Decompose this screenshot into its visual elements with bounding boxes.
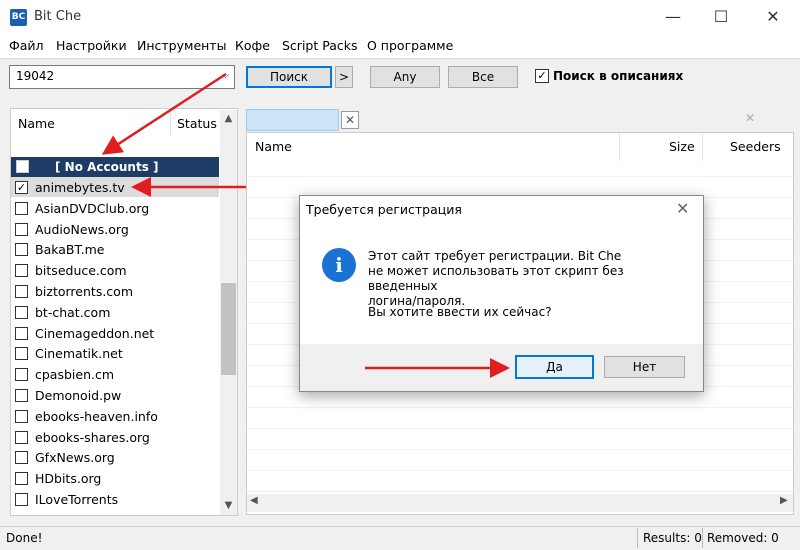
close-window-icon[interactable]: ✕	[750, 0, 796, 34]
app-logo-icon: BC	[10, 9, 27, 26]
dialog-question: Вы хотите ввести их сейчас?	[368, 305, 552, 319]
dialog-title: Требуется регистрация	[306, 202, 462, 217]
grid-line	[247, 449, 793, 450]
account-checkbox[interactable]	[15, 430, 28, 444]
scroll-up-icon[interactable]: ▲	[221, 113, 236, 124]
account-checkbox[interactable]	[15, 389, 28, 402]
search-button[interactable]: Поиск	[246, 66, 332, 88]
close-panel-icon[interactable]: ✕	[745, 111, 755, 125]
account-checkbox[interactable]	[15, 347, 28, 361]
account-item[interactable]: Demonoid.pw	[35, 388, 121, 403]
account-checkbox[interactable]	[15, 285, 28, 298]
dialog-message-line: Этот сайт требует регистрации. Bit Che	[368, 249, 622, 263]
scroll-left-icon[interactable]: ◀	[250, 495, 258, 506]
account-item[interactable]: AsianDVDClub.org	[35, 201, 149, 216]
no-button[interactable]: Нет	[604, 356, 685, 378]
grid-line	[247, 491, 793, 492]
column-divider	[170, 110, 171, 136]
scroll-thumb[interactable]	[221, 283, 236, 375]
scroll-right-icon[interactable]: ▶	[780, 495, 788, 506]
account-item[interactable]: bitseduce.com	[35, 263, 127, 278]
account-item[interactable]: bt-chat.com	[35, 305, 110, 320]
account-checkbox[interactable]	[15, 472, 28, 486]
account-item[interactable]: BakaBT.me	[35, 242, 104, 257]
account-item[interactable]: GfxNews.org	[35, 450, 115, 465]
menu-file[interactable]: Файл	[9, 38, 44, 53]
grid-line	[247, 407, 793, 408]
account-item[interactable]: cpasbien.cm	[35, 367, 114, 382]
dialog-message: Этот сайт требует регистрации. Bit Che н…	[368, 249, 688, 309]
account-checkbox[interactable]	[15, 409, 28, 423]
account-item[interactable]: biztorrents.com	[35, 284, 133, 299]
search-descriptions-checkbox[interactable]: ✓	[535, 69, 549, 83]
maximize-icon[interactable]: ☐	[698, 0, 744, 34]
status-text: Done!	[6, 531, 43, 545]
account-item[interactable]: HDbits.org	[35, 471, 101, 486]
removed-count: Removed: 0	[707, 531, 779, 545]
column-header-name[interactable]: Name	[255, 139, 292, 154]
results-count: Results: 0	[643, 531, 702, 545]
account-checkbox[interactable]	[15, 243, 28, 257]
menu-coffee[interactable]: Кофе	[235, 38, 270, 53]
account-item[interactable]: Cinematik.net	[35, 346, 123, 361]
account-item[interactable]: AudioNews.org	[35, 222, 129, 237]
account-checkbox[interactable]	[15, 201, 28, 215]
account-checkbox[interactable]	[15, 264, 28, 278]
account-checkbox[interactable]: ✓	[15, 181, 28, 194]
account-checkbox[interactable]	[15, 305, 28, 319]
grid-line	[247, 176, 793, 177]
scroll-down-icon[interactable]: ▼	[221, 500, 236, 511]
account-item[interactable]: ebooks-shares.org	[35, 430, 150, 445]
account-item[interactable]: ebooks-heaven.info	[35, 409, 158, 424]
menu-about[interactable]: О программе	[367, 38, 453, 53]
no-accounts-checkbox[interactable]	[16, 160, 29, 173]
search-input[interactable]: 19042	[9, 65, 235, 89]
column-header-size[interactable]: Size	[669, 139, 695, 154]
status-divider	[637, 528, 638, 548]
close-dialog-icon[interactable]: ✕	[676, 199, 689, 218]
minimize-icon[interactable]: —	[650, 0, 696, 34]
more-button[interactable]: >	[335, 66, 353, 88]
account-checkbox[interactable]	[15, 368, 28, 382]
menu-tools[interactable]: Инструменты	[137, 38, 226, 53]
search-descriptions-label: Поиск в описаниях	[553, 69, 684, 83]
column-header-seeders[interactable]: Seeders	[730, 139, 781, 154]
account-checkbox[interactable]	[15, 493, 28, 506]
column-divider	[619, 133, 620, 161]
account-item[interactable]: animebytes.tv	[35, 180, 125, 195]
all-button[interactable]: Все	[448, 66, 518, 88]
yes-button[interactable]: Да	[515, 355, 594, 379]
status-divider	[702, 528, 703, 548]
menu-settings[interactable]: Настройки	[56, 38, 127, 53]
window-title: Bit Che	[34, 9, 82, 24]
any-button[interactable]: Any	[370, 66, 440, 88]
column-divider	[702, 133, 703, 161]
menu-script-packs[interactable]: Script Packs	[282, 38, 358, 53]
dialog-message-line: не может использовать этот скрипт без вв…	[368, 264, 624, 293]
column-header-status[interactable]: Status	[177, 116, 217, 131]
account-item[interactable]: Cinemageddon.net	[35, 326, 154, 341]
close-tab-icon[interactable]: ✕	[341, 111, 359, 129]
chevron-down-icon[interactable]: ⌵	[216, 65, 235, 89]
account-checkbox[interactable]	[15, 451, 28, 465]
account-item[interactable]: ILoveTorrents	[35, 492, 118, 507]
grid-line	[247, 470, 793, 471]
column-header-name[interactable]: Name	[18, 116, 55, 131]
grid-line	[247, 428, 793, 429]
account-checkbox[interactable]	[15, 222, 28, 236]
account-checkbox[interactable]	[15, 326, 28, 340]
no-accounts-label: [ No Accounts ]	[55, 160, 159, 174]
info-icon: i	[322, 248, 356, 282]
results-tab[interactable]	[246, 109, 339, 131]
horizontal-scrollbar[interactable]	[247, 494, 793, 512]
